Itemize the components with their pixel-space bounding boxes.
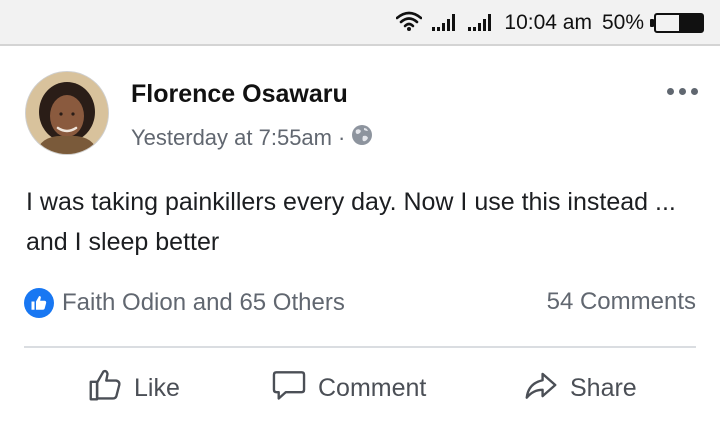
post-text: I was taking painkillers every day. Now … (26, 188, 676, 256)
like-button[interactable]: Like (86, 360, 180, 416)
status-bar-right: 10:04 am 50% (396, 0, 704, 46)
avatar[interactable] (26, 72, 108, 154)
status-time: 10:04 am (504, 11, 592, 34)
reactions-summary[interactable]: Faith Odion and 65 Others (24, 288, 345, 318)
wifi-icon (396, 11, 423, 36)
post-actions: Like Comment Share (0, 360, 720, 416)
meta-separator: · (338, 125, 346, 150)
comments-count[interactable]: 54 Comments (547, 288, 696, 316)
thumbs-up-icon (86, 366, 124, 411)
share-label: Share (570, 373, 637, 402)
dot (679, 88, 686, 95)
more-options-button[interactable] (667, 88, 698, 95)
post-meta: Yesterday at 7:55am · (131, 124, 373, 152)
dot (691, 88, 698, 95)
post-author[interactable]: Florence Osawaru (131, 80, 348, 109)
comment-label: Comment (318, 373, 427, 402)
signal-icon (468, 11, 494, 36)
battery-level (679, 15, 702, 31)
status-bar: 10:04 am 50% (0, 0, 720, 46)
dot (667, 88, 674, 95)
comment-button[interactable]: Comment (270, 360, 426, 416)
globe-icon[interactable] (351, 124, 373, 152)
comment-icon (270, 366, 308, 411)
battery-percent: 50% (601, 11, 644, 34)
signal-icon (432, 11, 458, 36)
share-button[interactable]: Share (522, 360, 637, 416)
like-reaction-icon (24, 288, 54, 318)
battery-icon (650, 13, 704, 33)
reactions-text: Faith Odion and 65 Others (62, 289, 345, 316)
avatar-photo (26, 72, 108, 154)
like-label: Like (134, 373, 180, 402)
divider (24, 346, 696, 348)
share-icon (522, 366, 560, 411)
post-timestamp[interactable]: Yesterday at 7:55am (131, 125, 332, 151)
